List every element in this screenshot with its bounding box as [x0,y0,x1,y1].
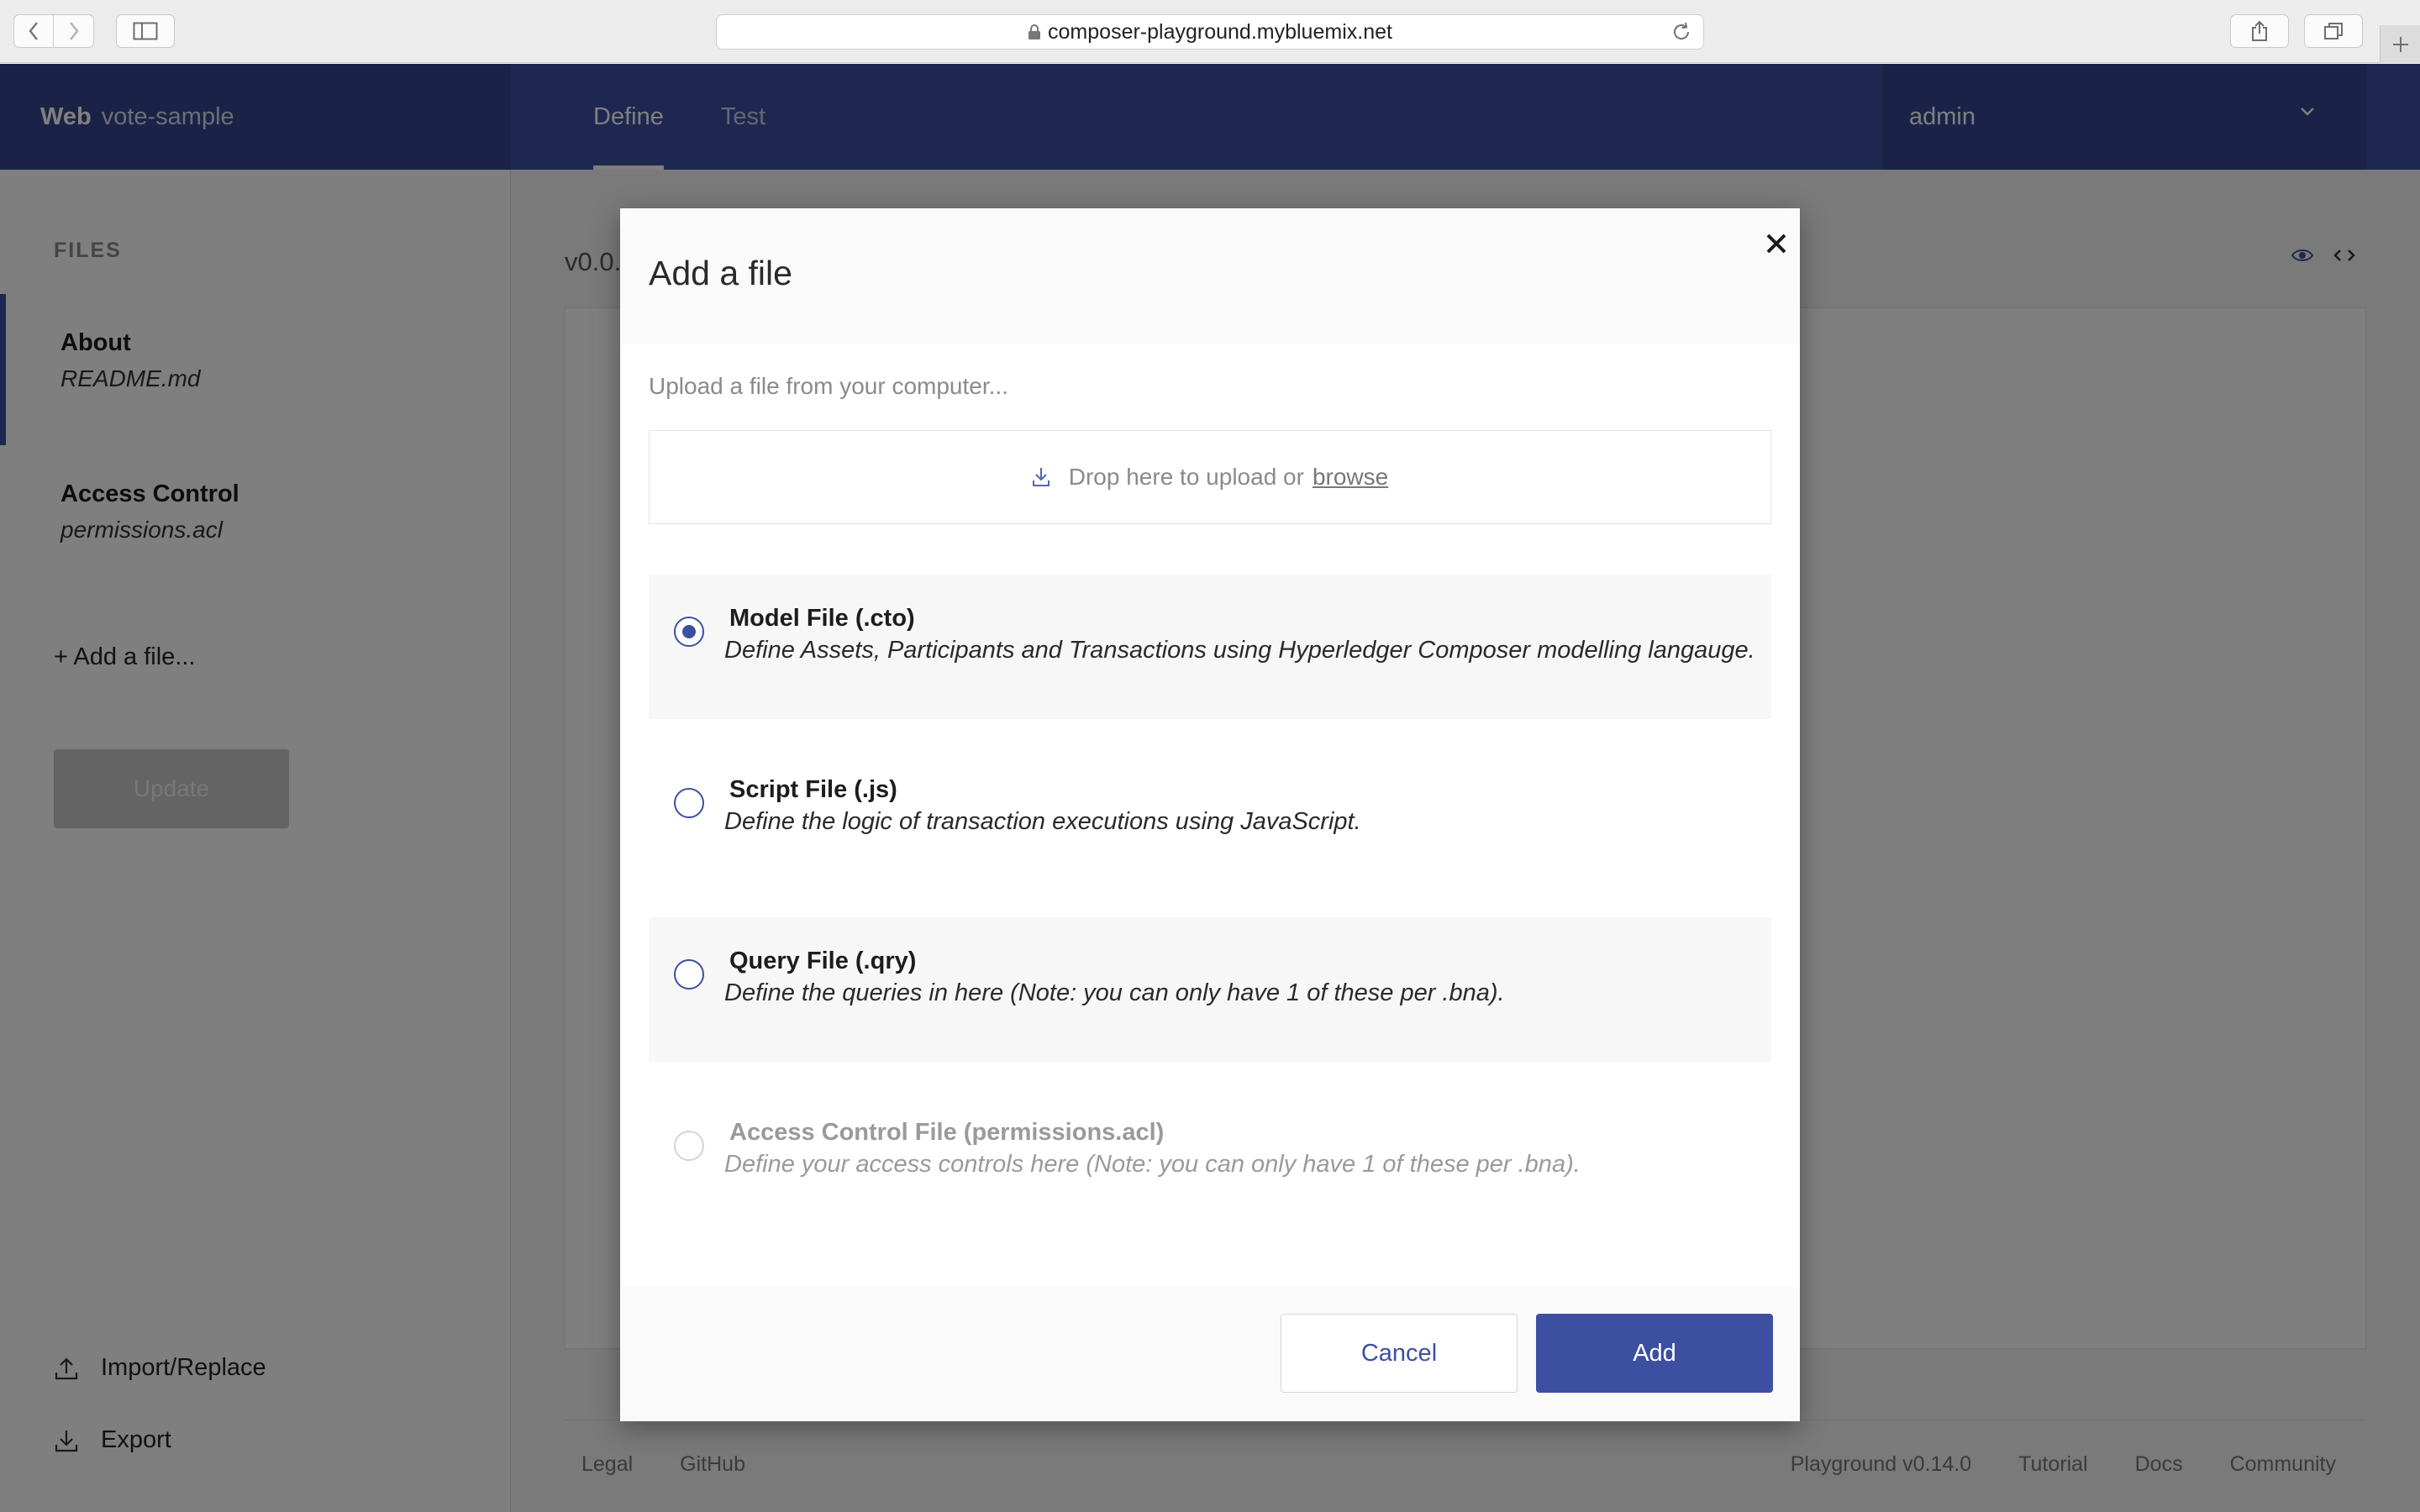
radio-model-file[interactable] [674,617,704,647]
forward-button[interactable] [54,14,94,48]
share-icon [2252,20,2267,41]
download-icon [1032,468,1050,486]
option-description: Define Assets, Participants and Transact… [724,637,1755,664]
new-tab-button[interactable] [2380,25,2420,63]
radio-access-control-file [674,1131,704,1161]
radio-query-file[interactable] [674,959,704,990]
chevron-left-icon [29,22,38,40]
option-description: Define your access controls here (Note: … [724,1151,1581,1178]
add-file-dialog: Add a file Upload a file from your compu… [620,208,1800,1421]
option-model-file[interactable]: Model File (.cto) Define Assets, Partici… [649,575,1771,719]
dialog-footer: Cancel Add [620,1287,1800,1421]
address-bar[interactable]: composer-playground.mybluemix.net [716,14,1704,50]
option-title: Access Control File (permissions.acl) [729,1119,1165,1146]
option-title: Query File (.qry) [729,948,917,974]
cancel-button[interactable]: Cancel [1281,1314,1518,1393]
sidebar-icon [133,22,158,40]
lock-icon [1028,24,1041,39]
tabs-icon [2324,23,2343,39]
close-button[interactable] [1760,227,1793,260]
option-title: Script File (.js) [729,776,897,803]
close-icon [1766,234,1786,254]
upload-label: Upload a file from your computer... [649,373,1008,399]
file-dropzone[interactable]: Drop here to upload or browse [649,430,1771,524]
show-tabs-button[interactable] [2304,14,2363,48]
share-button[interactable] [2230,14,2289,48]
url-text: composer-playground.mybluemix.net [1048,19,1392,44]
back-button[interactable] [13,14,54,48]
history-nav [13,14,94,48]
chevron-right-icon [69,22,79,40]
option-description: Define the logic of transaction executio… [724,808,1361,835]
browser-toolbar: composer-playground.mybluemix.net [0,0,2420,63]
option-query-file[interactable]: Query File (.qry) Define the queries in … [649,917,1771,1062]
option-access-control-file: Access Control File (permissions.acl) De… [649,1089,1771,1233]
reload-icon[interactable] [1671,22,1691,42]
add-button[interactable]: Add [1536,1314,1773,1393]
radio-script-file[interactable] [674,788,704,818]
plus-icon [2392,36,2408,52]
browse-link[interactable]: browse [1313,464,1388,491]
dialog-header: Add a file [620,208,1800,344]
option-script-file[interactable]: Script File (.js) Define the logic of tr… [649,746,1771,890]
option-description: Define the queries in here (Note: you ca… [724,979,1505,1006]
dropzone-text: Drop here to upload or [1068,464,1304,490]
sidebar-toggle-button[interactable] [116,14,175,48]
option-title: Model File (.cto) [729,605,915,632]
dialog-title: Add a file [649,254,792,292]
